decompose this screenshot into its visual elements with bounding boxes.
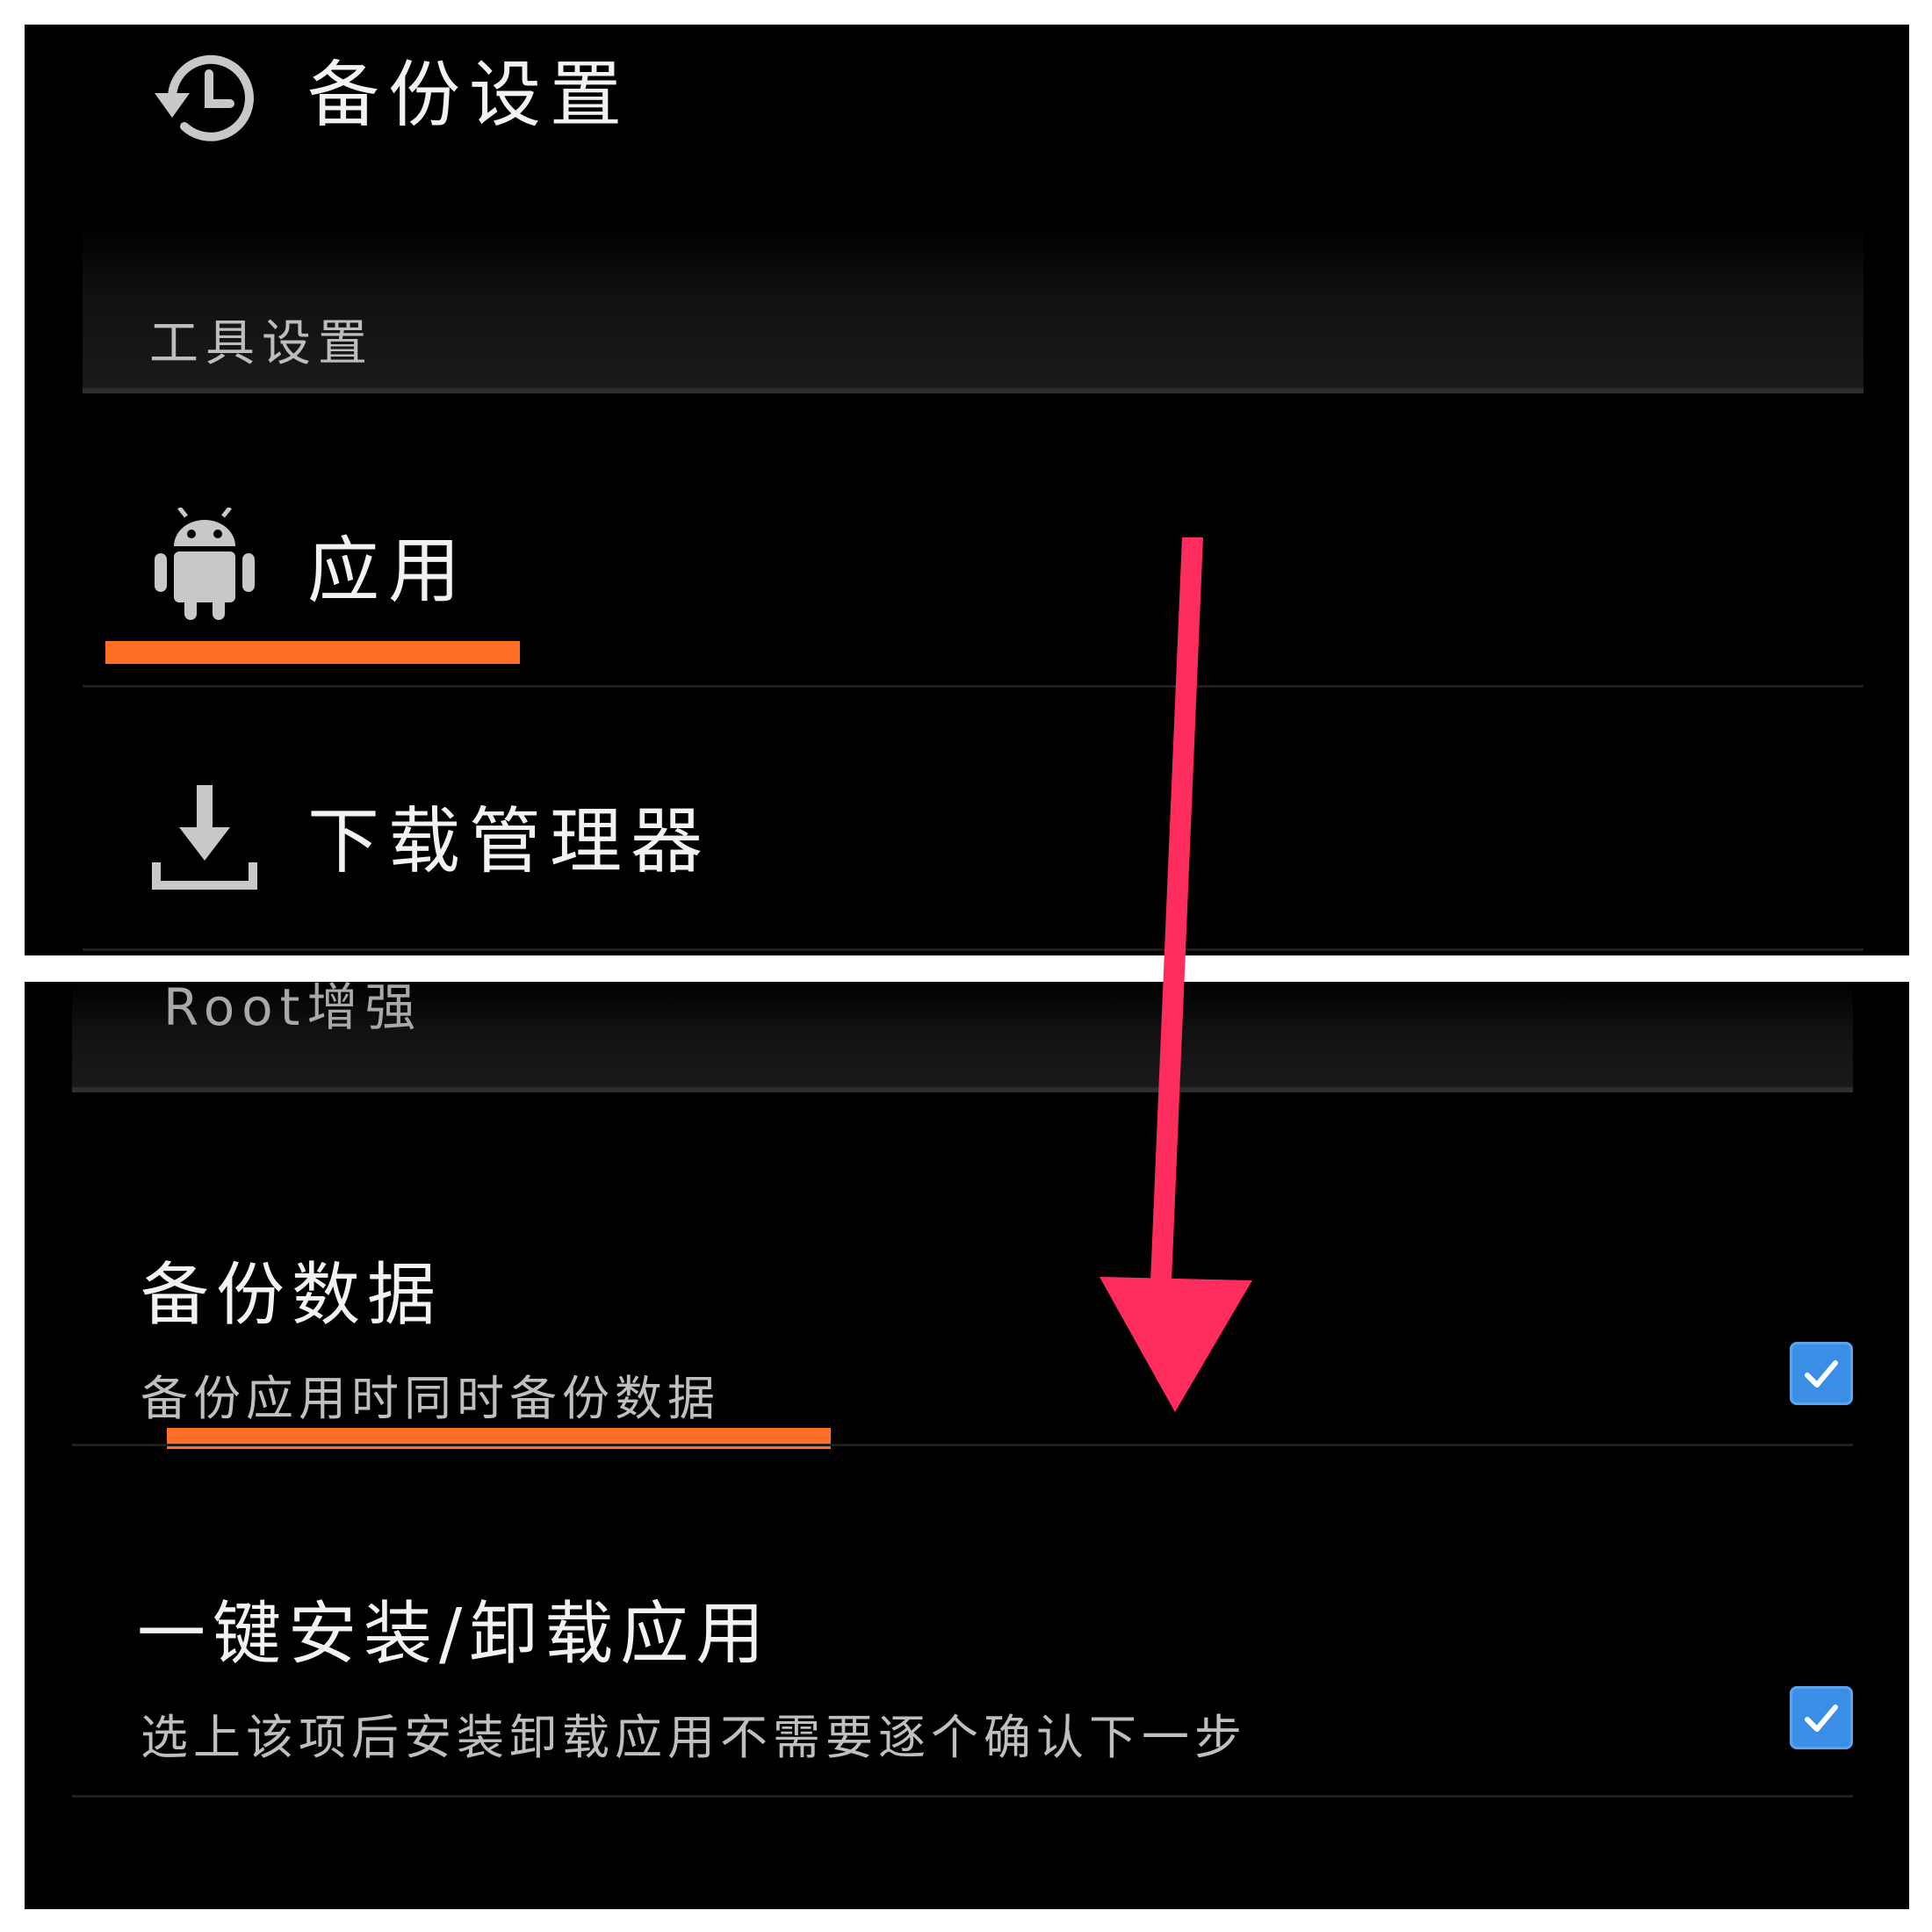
download-manager-item[interactable]: 下载管理器 — [25, 692, 1909, 955]
backup-data-checkbox[interactable] — [1790, 1342, 1853, 1405]
one-click-install-setting[interactable]: 一键安装/卸载应用 选上该项后安装卸载应用不需要逐个确认下一步 — [25, 1447, 1909, 1799]
list-divider — [83, 948, 1864, 951]
android-icon — [148, 508, 262, 622]
bottom-settings-panel: Root增强 备份数据 备份应用时同时备份数据 一键安装/卸载应用 选上该项后安… — [25, 982, 1909, 1909]
root-header-label: Root增强 — [163, 982, 423, 1037]
backup-settings-label: 备份设置 — [307, 54, 631, 137]
one-click-install-description: 选上该项后安装卸载应用不需要逐个确认下一步 — [141, 1710, 1247, 1765]
download-icon — [148, 782, 262, 896]
top-settings-panel: 备份设置 工具设置 应用 下载管理器 — [25, 25, 1909, 955]
root-section-header: Root增强 — [72, 982, 1853, 1092]
download-manager-label: 下载管理器 — [307, 800, 712, 883]
apps-highlight-underline — [105, 641, 520, 664]
backup-data-title: 备份数据 — [141, 1256, 443, 1335]
check-icon — [1805, 1705, 1838, 1732]
list-divider — [83, 685, 1864, 688]
apps-label: 应用 — [307, 530, 470, 613]
one-click-install-checkbox[interactable] — [1790, 1686, 1853, 1749]
tool-settings-header-label: 工具设置 — [149, 315, 374, 372]
list-divider — [72, 1444, 1853, 1446]
tool-settings-section-header: 工具设置 — [83, 225, 1864, 393]
one-click-install-title: 一键安装/卸载应用 — [137, 1595, 772, 1674]
backup-data-description: 备份应用时同时备份数据 — [141, 1371, 720, 1426]
check-icon — [1805, 1360, 1838, 1388]
history-icon — [148, 42, 262, 156]
backup-settings-item[interactable]: 备份设置 — [25, 25, 1909, 165]
list-divider — [72, 1795, 1853, 1798]
